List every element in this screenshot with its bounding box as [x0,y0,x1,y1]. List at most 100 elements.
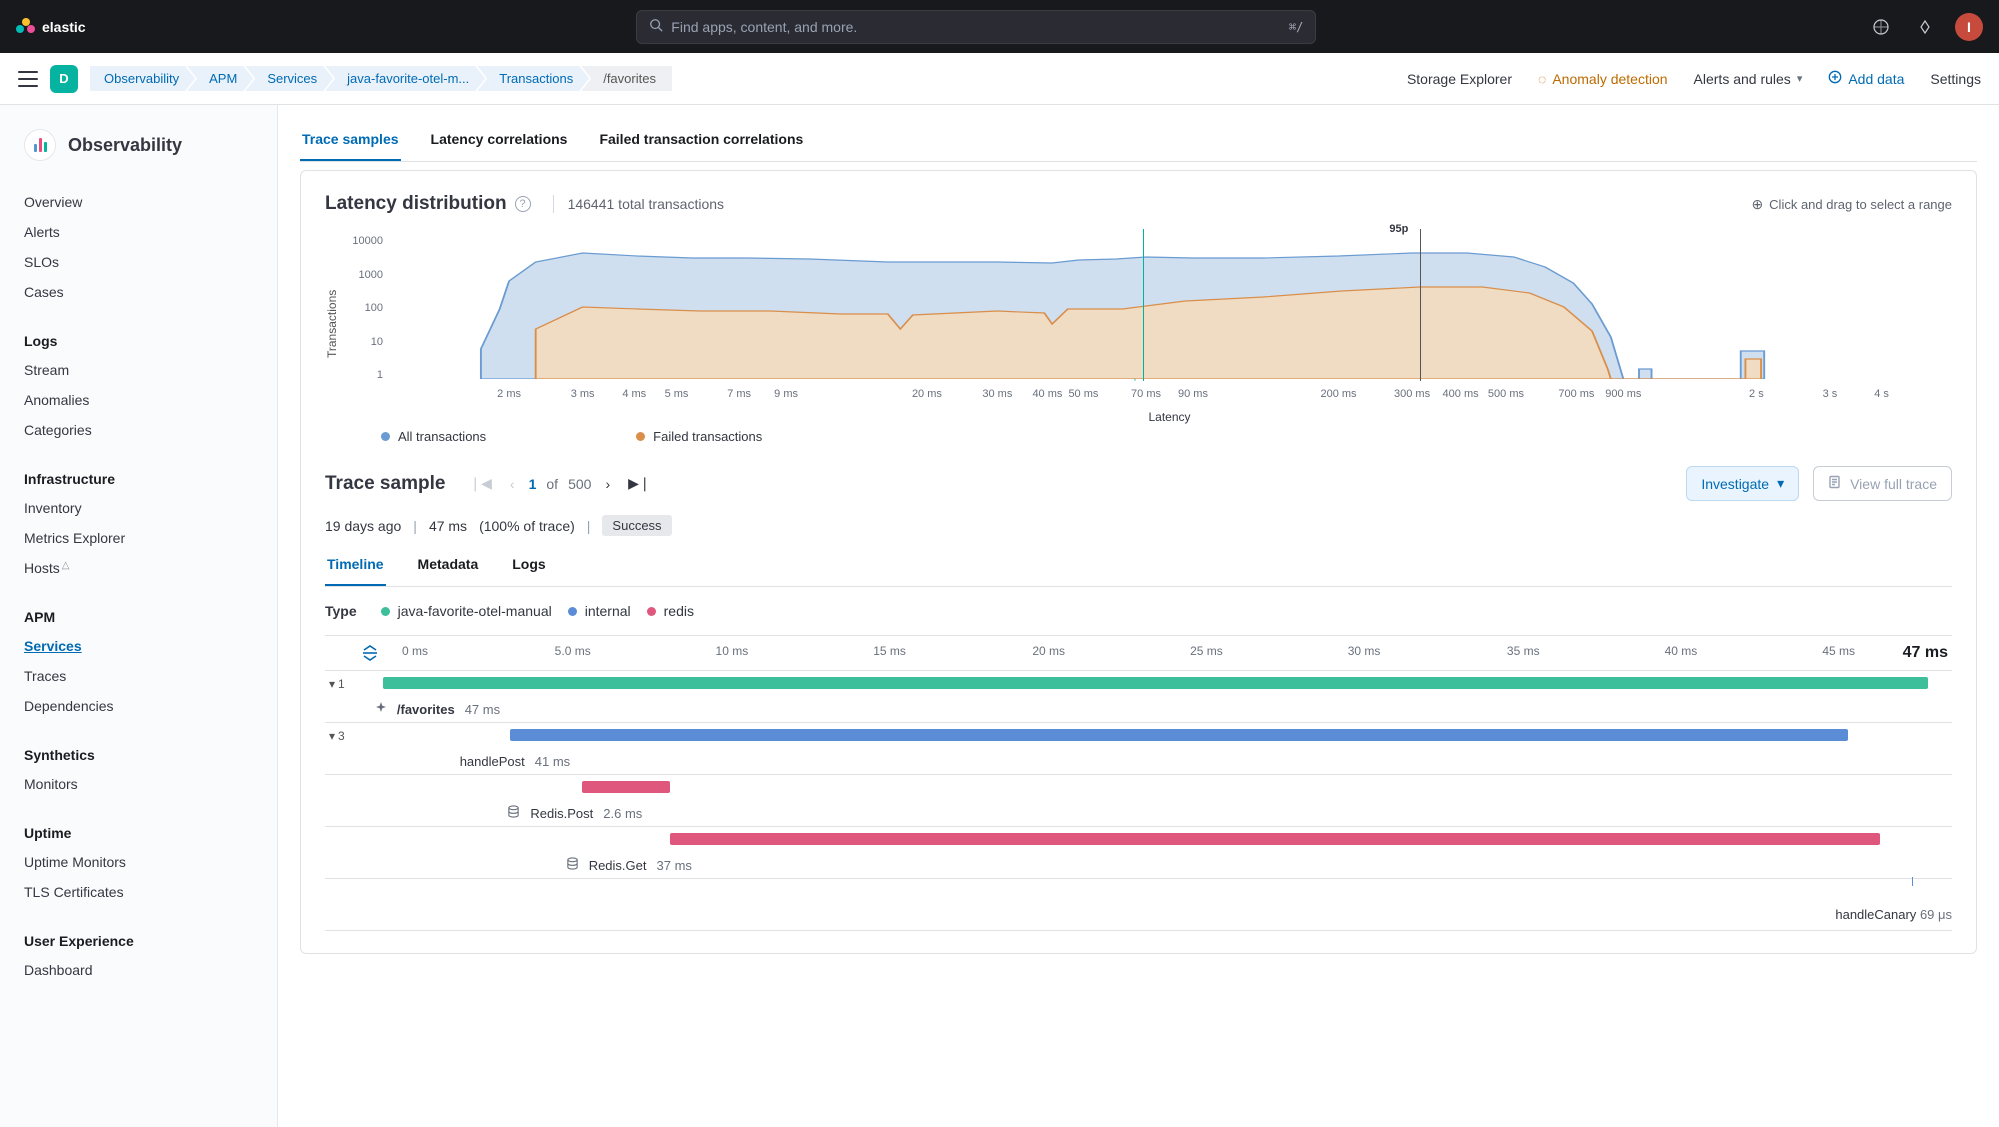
breadcrumb-item[interactable]: Transactions [477,66,589,91]
legend-item[interactable]: All transactions [381,429,486,444]
sidebar-group-head: APM [24,599,253,631]
sidebar-title-text: Observability [68,135,182,156]
sidebar-item[interactable]: Uptime Monitors [24,847,253,877]
global-header: elastic Find apps, content, and more. ⌘/… [0,0,1999,53]
trace-meta: 19 days ago | 47 ms (100% of trace) | Su… [325,501,1952,544]
sidebar-item[interactable]: Hosts△ [24,553,253,583]
sidebar-group-head: Logs [24,323,253,355]
sidebar-item[interactable]: Traces [24,661,253,691]
marker-95p-line [1420,229,1421,381]
breadcrumb-item: /favorites [581,66,672,91]
alerts-rules-menu[interactable]: Alerts and rules [1694,71,1803,87]
trace-sample-title: Trace sample [325,473,445,495]
marker-current-line [1143,229,1144,381]
user-avatar[interactable]: I [1955,13,1983,41]
sidebar-item[interactable]: TLS Certificates [24,877,253,907]
subtab[interactable]: Metadata [416,544,481,586]
trace-duration: 47 ms [429,518,467,534]
waterfall-header: 0 ms5.0 ms10 ms15 ms20 ms25 ms30 ms35 ms… [325,635,1952,670]
sidebar-group-head: Infrastructure [24,461,253,493]
plus-circle-icon [1828,70,1842,87]
sidebar-group-head: User Experience [24,923,253,955]
search-icon [649,18,663,35]
brand-logo[interactable]: elastic [16,18,86,36]
sidebar-item[interactable]: Overview [24,187,253,217]
pager-prev-button[interactable]: ‹ [506,474,519,494]
sidebar-item[interactable]: Anomalies [24,385,253,415]
type-legend-item: redis [647,603,694,619]
info-icon[interactable]: ? [515,196,531,212]
global-search[interactable]: Find apps, content, and more. ⌘/ [636,10,1316,44]
pager-first-button[interactable]: ❘◀ [465,473,496,494]
chevron-down-icon: ▾ [1777,475,1784,492]
newsfeed-icon[interactable] [1911,13,1939,41]
type-legend-item: java-favorite-otel-manual [381,603,552,619]
y-ticks: 100001000100101 [339,229,387,419]
spark-icon [375,702,387,717]
sidebar-item[interactable]: SLOs [24,247,253,277]
elastic-logo-icon [16,18,34,36]
sidebar-item[interactable]: Cases [24,277,253,307]
brand-name: elastic [42,19,86,35]
waterfall-row[interactable]: ▾3handlePost41 ms [325,723,1952,775]
tab[interactable]: Latency correlations [429,119,570,161]
subtab[interactable]: Logs [510,544,547,586]
document-icon [1828,475,1842,492]
waterfall-row[interactable]: ▾1/favorites47 ms [325,671,1952,723]
pager-next-button[interactable]: › [601,474,614,494]
breadcrumb-item[interactable]: APM [187,66,253,91]
waterfall-axis: 0 ms5.0 ms10 ms15 ms20 ms25 ms30 ms35 ms… [415,644,1903,662]
sidebar-item[interactable]: Alerts [24,217,253,247]
anomaly-detection-link[interactable]: ◌ Anomaly detection [1538,71,1668,87]
drag-hint: Click and drag to select a range [1769,197,1952,212]
waterfall-total: 47 ms [1903,644,1952,662]
pager-last-button[interactable]: ▶❘ [624,473,655,494]
span-type-legend: Type java-favorite-otel-manualinternalre… [325,587,1952,625]
sidebar-title: Observability [0,125,277,179]
pager-of: of [546,476,558,492]
sidebar-item[interactable]: Inventory [24,493,253,523]
row-toggle[interactable]: ▾1 [325,677,359,691]
investigate-button[interactable]: Investigate ▾ [1686,466,1799,501]
type-label: Type [325,603,357,619]
row-toggle[interactable]: ▾3 [325,729,359,743]
view-full-trace-button[interactable]: View full trace [1813,466,1952,501]
sidebar-group-head: Synthetics [24,737,253,769]
waterfall-row[interactable]: Redis.Post2.6 ms [325,775,1952,827]
sidebar-item[interactable]: Services [24,631,253,661]
breadcrumb-item[interactable]: Observability [90,66,195,91]
breadcrumb-bar: D ObservabilityAPMServicesjava-favorite-… [0,53,1999,105]
trace-subtabs: Timeline Metadata Logs [325,544,1952,587]
sidebar: Observability OverviewAlertsSLOsCases Log… [0,105,278,1127]
breadcrumb-item[interactable]: Services [245,66,333,91]
add-data-link[interactable]: Add data [1828,70,1904,87]
space-badge[interactable]: D [50,65,78,93]
main-tabs: Trace samples Latency correlations Failed … [300,119,1977,162]
sidebar-item[interactable]: Dashboard [24,955,253,985]
trace-pct: (100% of trace) [479,518,575,534]
nav-toggle-icon[interactable] [18,71,38,87]
waterfall-row[interactable]: handleCanary 69 μs [325,879,1952,931]
anomaly-icon: ◌ [1538,71,1546,87]
waterfall-rows: ▾1/favorites47 ms▾3handlePost41 msRedis.… [325,670,1952,931]
sidebar-item[interactable]: Categories [24,415,253,445]
search-kbd-hint: ⌘/ [1289,20,1303,34]
waterfall-row[interactable]: Redis.Get37 ms [325,827,1952,879]
help-icon[interactable] [1867,13,1895,41]
tab[interactable]: Failed transaction correlations [597,119,805,161]
settings-link[interactable]: Settings [1930,71,1981,87]
sidebar-item[interactable]: Dependencies [24,691,253,721]
collapse-all-icon[interactable] [361,644,379,662]
sidebar-group-head: Uptime [24,815,253,847]
total-transactions: 146441 total transactions [568,196,724,212]
tab[interactable]: Trace samples [300,119,401,161]
sidebar-item[interactable]: Monitors [24,769,253,799]
legend-item[interactable]: Failed transactions [636,429,762,444]
subtab[interactable]: Timeline [325,544,386,586]
sidebar-item[interactable]: Metrics Explorer [24,523,253,553]
storage-explorer-link[interactable]: Storage Explorer [1407,71,1512,87]
breadcrumb-item[interactable]: java-favorite-otel-m... [325,66,485,91]
x-ticks: 2 ms3 ms4 ms5 ms7 ms9 ms20 ms30 ms40 ms5… [387,382,1952,404]
latency-histogram[interactable]: Current sample 95p Transactions 10000100… [325,229,1952,419]
sidebar-item[interactable]: Stream [24,355,253,385]
